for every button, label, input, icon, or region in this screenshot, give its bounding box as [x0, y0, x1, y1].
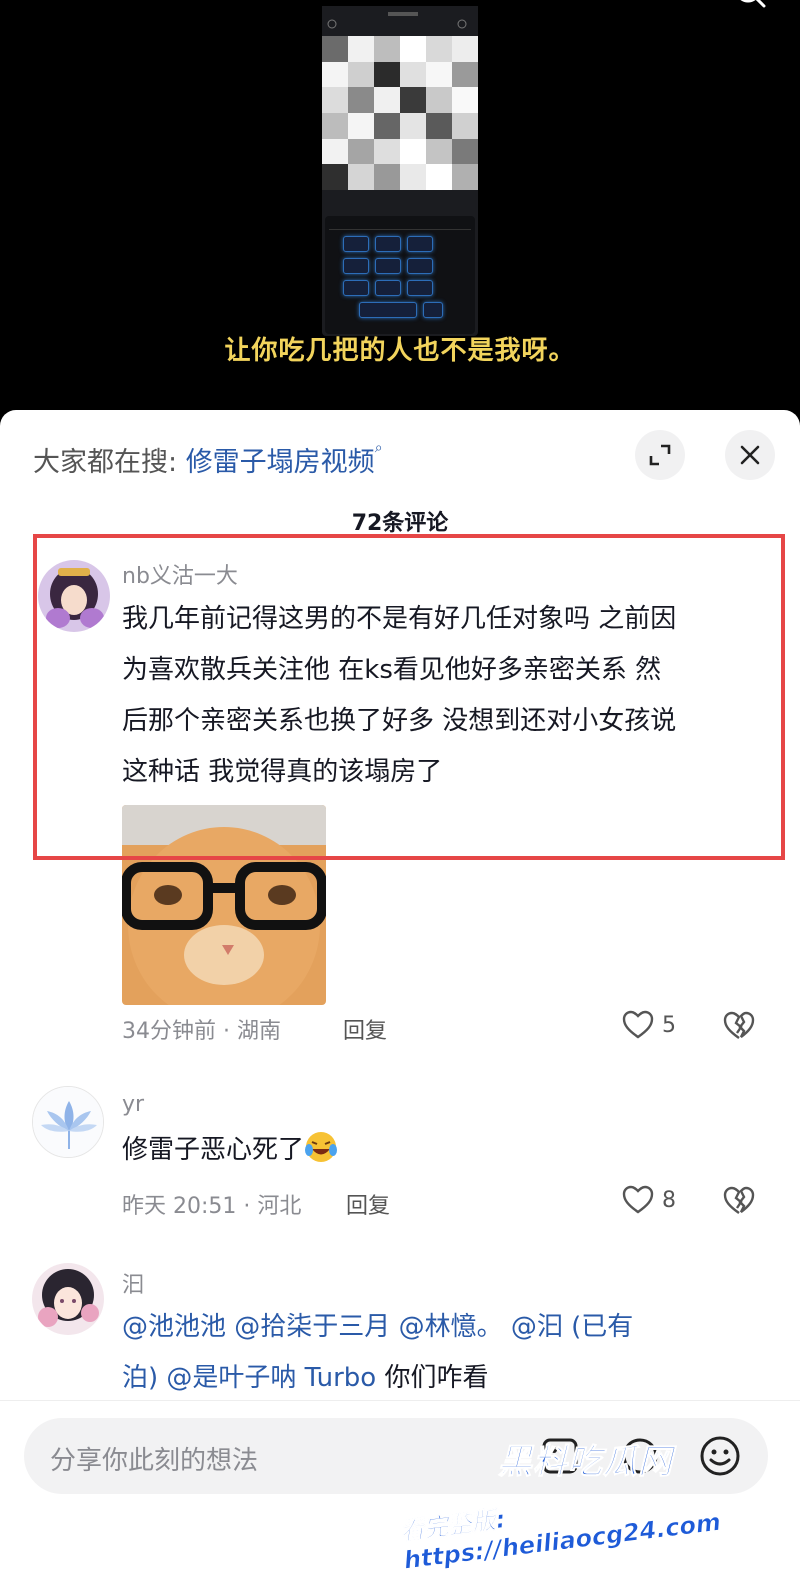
comment-username[interactable]: yr [122, 1092, 144, 1117]
magnifier-icon: ⌕ [374, 440, 383, 456]
comment-line: @池池池 @拾柒于三月 @林憶。 @汩 (已有 [122, 1302, 772, 1353]
like-button[interactable]: 8 [622, 1185, 676, 1215]
comment-line: 修雷子恶心死了 [122, 1135, 305, 1165]
comment-plain-text: 你们咋看 [376, 1363, 489, 1393]
pixelated-image [322, 36, 478, 190]
comment-meta: 34分钟前 · 湖南 [122, 1019, 281, 1044]
comment-text: 我几年前记得这男的不是有好几任对象吗 之前因 为喜欢散兵关注他 在ks看见他好多… [122, 594, 772, 798]
video-player[interactable]: 让你吃几把的人也不是我呀。 [0, 0, 800, 420]
phone-input-line [330, 192, 470, 208]
comment-line: 为喜欢散兵关注他 在ks看见他好多亲密关系 然 [122, 655, 662, 685]
phone-status-bar [322, 6, 478, 34]
comment-line: 这种话 我觉得真的该塌房了 [122, 757, 443, 787]
close-icon [740, 445, 760, 465]
comment-panel: 大家都在搜: 修雷子塌房视频⌕ 72条评论 nb义沽一大 我几年前记得这男的不是… [0, 410, 800, 1590]
avatar-lotus-icon [33, 1087, 103, 1157]
mention-link[interactable]: @林憶。 [399, 1312, 503, 1342]
avatar[interactable] [38, 560, 110, 632]
comment-username[interactable]: 汩 [122, 1267, 144, 1299]
comment-count: 72条评论 [351, 511, 449, 536]
heart-icon [622, 1010, 654, 1039]
like-count: 8 [662, 1187, 676, 1213]
like-button[interactable]: 5 [622, 1010, 676, 1040]
mention-link[interactable]: @拾柒于三月 [234, 1312, 390, 1342]
phone-keyboard [325, 216, 475, 334]
reply-button[interactable]: 回复 [346, 1188, 390, 1220]
reply-button[interactable]: 回复 [343, 1013, 387, 1045]
mention-link[interactable]: 泊) @是叶子呐 Turbo [122, 1363, 376, 1393]
avatar[interactable] [32, 1086, 104, 1158]
comment-text: @池池池 @拾柒于三月 @林憶。 @汩 (已有 泊) @是叶子呐 Turbo 你… [122, 1302, 772, 1404]
like-count: 5 [662, 1012, 676, 1038]
comment-line: 后那个亲密关系也换了好多 没想到还对小女孩说 [122, 706, 677, 736]
mention-link[interactable]: @池池池 [122, 1312, 226, 1342]
heart-icon [622, 1185, 654, 1214]
comment-line: 我几年前记得这男的不是有好几任对象吗 之前因 [122, 604, 677, 634]
video-subtitle: 让你吃几把的人也不是我呀。 [224, 336, 576, 366]
video-frame-phone [322, 6, 478, 336]
mention-link[interactable]: @汩 (已有 [511, 1312, 633, 1342]
avatar-anime-girl-icon [38, 560, 110, 632]
divider [0, 1400, 800, 1401]
watermark-title: 黑料吃瓜网 [498, 1442, 673, 1483]
laugh-cry-emoji-icon [305, 1132, 338, 1162]
cat-glasses-sticker[interactable] [122, 805, 326, 1005]
cat-with-glasses-image [122, 805, 326, 1005]
hot-search-keyword[interactable]: 修雷子塌房视频 [186, 447, 375, 478]
comment-input-placeholder: 分享你此刻的想法 [50, 1446, 259, 1476]
broken-heart-icon[interactable] [722, 1011, 756, 1041]
avatar-anime-girl-icon [32, 1263, 104, 1335]
comment-username[interactable]: nb义沽一大 [122, 558, 238, 590]
close-button[interactable] [725, 430, 775, 480]
broken-heart-icon[interactable] [722, 1186, 756, 1216]
comment-meta: 昨天 20:51 · 河北 [122, 1194, 302, 1219]
expand-button[interactable] [635, 430, 685, 480]
hot-search-prefix: 大家都在搜: [33, 447, 186, 478]
expand-icon [649, 444, 671, 466]
search-icon[interactable] [730, 0, 770, 16]
hot-search-bar[interactable]: 大家都在搜: 修雷子塌房视频⌕ [33, 440, 383, 479]
avatar[interactable] [32, 1263, 104, 1335]
comment-text: 修雷子恶心死了 [122, 1125, 772, 1176]
comment-line: 泊) @是叶子呐 Turbo 你们咋看 [122, 1353, 772, 1404]
